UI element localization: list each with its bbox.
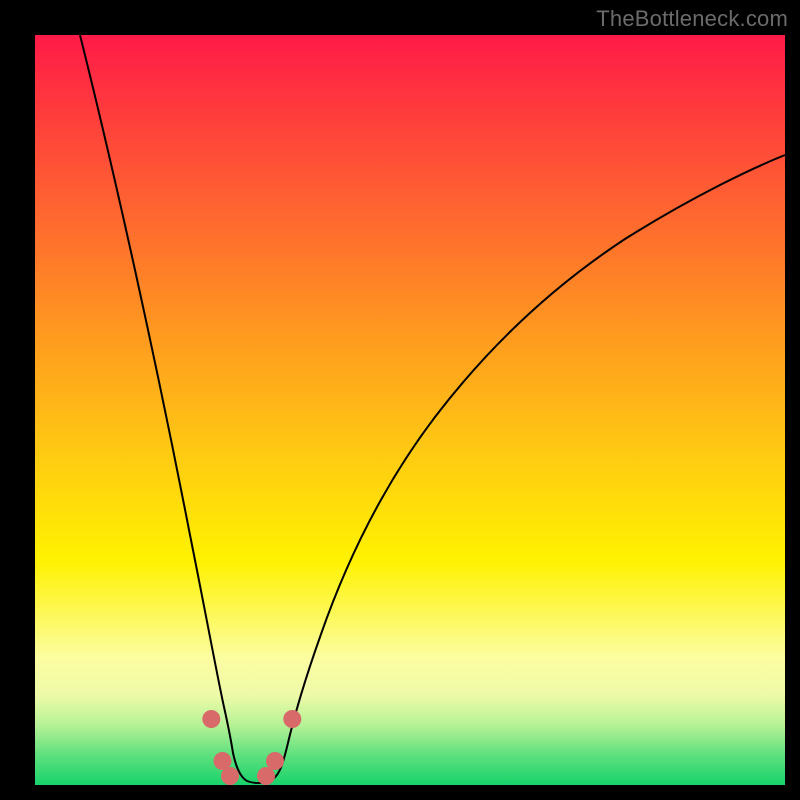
curve-marker bbox=[221, 767, 239, 785]
curve-marker bbox=[202, 710, 220, 728]
bottleneck-curve bbox=[80, 35, 785, 783]
curve-marker bbox=[283, 710, 301, 728]
watermark-text: TheBottleneck.com bbox=[596, 6, 788, 32]
curve-marker bbox=[257, 767, 275, 785]
curve-layer bbox=[35, 35, 785, 785]
curve-marker bbox=[266, 752, 284, 770]
chart-frame: TheBottleneck.com bbox=[0, 0, 800, 800]
plot-area bbox=[35, 35, 785, 785]
